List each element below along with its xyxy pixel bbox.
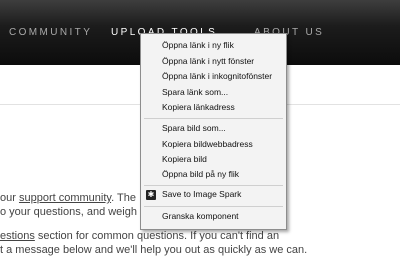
context-menu: Öppna länk i ny flik Öppna länk i nytt f… (140, 33, 287, 230)
menu-item-copy-image[interactable]: Kopiera bild (141, 152, 286, 167)
paragraph-line-2: o your questions, and weigh in o (0, 206, 158, 218)
menu-separator (144, 118, 283, 119)
menu-item-save-to-image-spark[interactable]: ✱ Save to Image Spark (141, 187, 286, 202)
paragraph-line-3: estions section for common questions. If… (0, 230, 279, 242)
nav-community[interactable]: COMMUNITY (9, 27, 92, 38)
menu-item-inspect-element[interactable]: Granska komponent (141, 209, 286, 224)
menu-separator (144, 206, 283, 207)
text-prefix: our (0, 192, 19, 204)
questions-link[interactable]: estions (0, 230, 35, 242)
image-spark-icon: ✱ (146, 190, 156, 200)
menu-item-copy-image-url[interactable]: Kopiera bildwebbadress (141, 137, 286, 152)
menu-item-copy-link-address[interactable]: Kopiera länkadress (141, 100, 286, 115)
support-community-link[interactable]: support community (19, 192, 111, 204)
menu-item-save-image-as[interactable]: Spara bild som... (141, 121, 286, 136)
menu-item-open-link-new-tab[interactable]: Öppna länk i ny flik (141, 38, 286, 53)
menu-item-label: Save to Image Spark (162, 189, 242, 199)
menu-item-save-link-as[interactable]: Spara länk som... (141, 85, 286, 100)
paragraph-line-4: t a message below and we'll help you out… (0, 244, 308, 256)
text-suffix: section for common questions. If you can… (34, 230, 280, 242)
paragraph-line-1: our support community. The Ima (0, 192, 157, 204)
menu-item-open-link-incognito[interactable]: Öppna länk i inkognitofönster (141, 69, 286, 84)
menu-separator (144, 185, 283, 186)
menu-item-open-image-new-tab[interactable]: Öppna bild på ny flik (141, 167, 286, 182)
menu-item-open-link-new-window[interactable]: Öppna länk i nytt fönster (141, 54, 286, 69)
